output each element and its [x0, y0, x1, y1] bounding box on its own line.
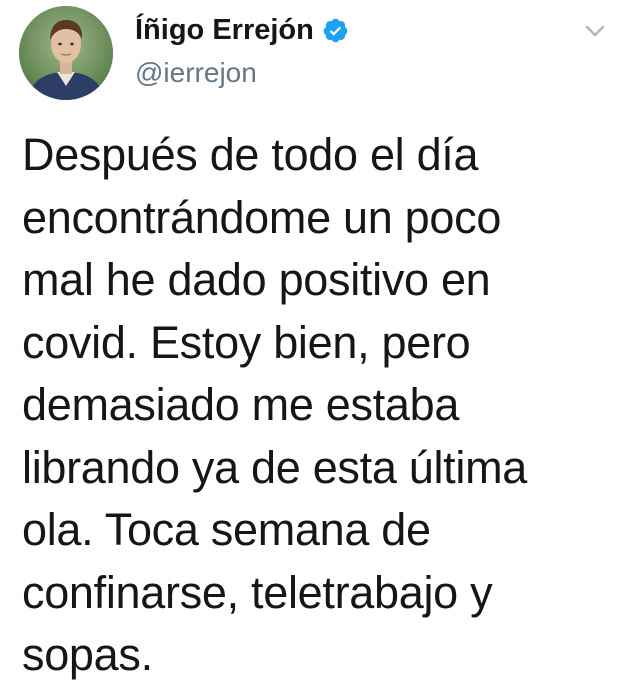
tweet-text-line: encontrándome un poco — [22, 191, 502, 243]
tweet-text-line: covid. Estoy bien, pero — [22, 316, 471, 368]
chevron-down-icon — [585, 25, 605, 37]
author-handle[interactable]: @ierrejon — [135, 57, 257, 89]
tweet-text-line: librando ya de esta última — [22, 441, 527, 493]
tweet-text: Después de todo el día encontrándome un … — [22, 124, 612, 687]
tweet-card: Íñigo Errejón @ierrejon Después de todo … — [0, 0, 624, 680]
tweet-text-line: confinarse, teletrabajo y — [22, 566, 493, 618]
tweet-text-line: ola. Toca semana de — [22, 504, 431, 555]
tweet-menu-button[interactable] — [582, 22, 608, 40]
verified-badge-icon — [322, 17, 349, 44]
tweet-text-line: sopas. — [22, 629, 153, 680]
display-name[interactable]: Íñigo Errejón — [135, 14, 314, 47]
author-name-row: Íñigo Errejón — [135, 10, 349, 50]
tweet-text-line: mal he dado positivo en — [22, 254, 491, 305]
tweet-text-line: demasiado me estaba — [22, 379, 460, 430]
tweet-text-line: Después de todo el día — [22, 129, 479, 180]
profile-photo-icon — [19, 6, 113, 100]
avatar[interactable] — [19, 6, 113, 100]
